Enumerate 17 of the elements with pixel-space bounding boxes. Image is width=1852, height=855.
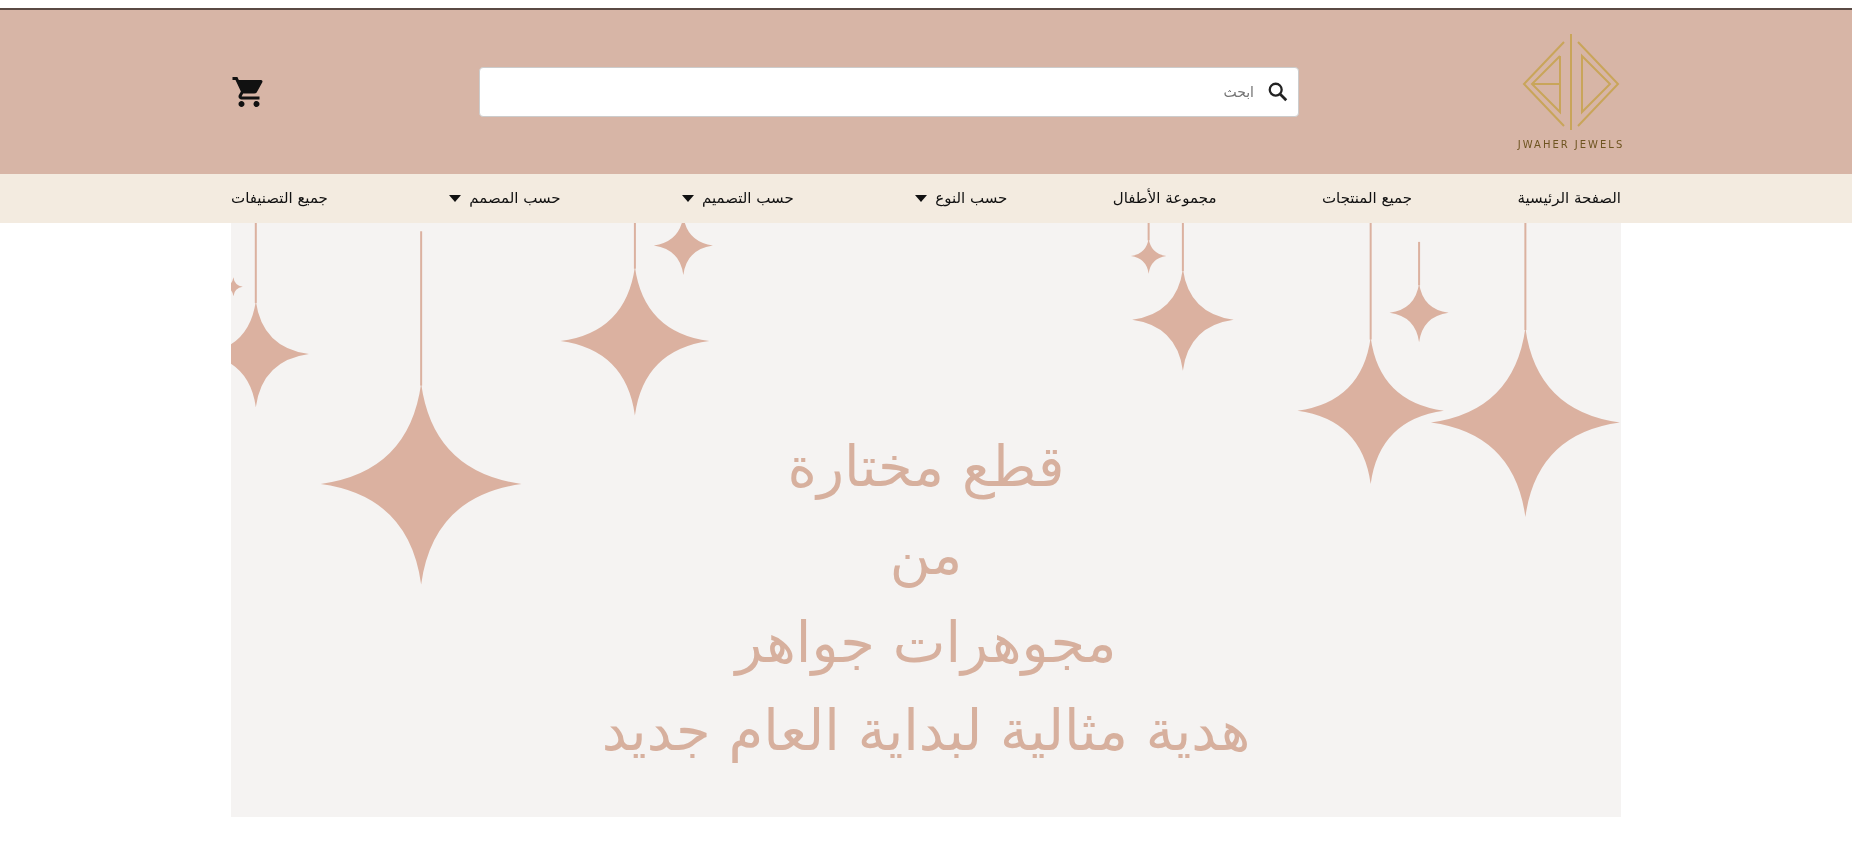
banner-heading: قطع مختارة — [787, 434, 1065, 499]
nav-link[interactable]: جميع المنتجات — [1321, 187, 1412, 210]
logo-text: JWAHER JEWELS — [1517, 138, 1625, 152]
nav-dropdown[interactable]: حسب المصمم — [433, 187, 561, 210]
banner-heading: من — [889, 522, 963, 587]
caret-icon — [449, 195, 462, 202]
nav-link[interactable]: جميع التصنيفات — [231, 187, 328, 210]
nav-link[interactable]: الصفحة الرئيسية — [1517, 187, 1621, 210]
search-field[interactable]: ابحث — [479, 67, 1299, 117]
search-icon — [1267, 81, 1289, 103]
nav-dropdown[interactable]: حسب النوع — [899, 187, 1008, 210]
banner-heading: هدية مثالية لبداية العام جديد — [601, 698, 1251, 763]
banner-heading: مجوهرات جواهر — [735, 610, 1117, 675]
caret-icon — [682, 195, 695, 202]
caret-icon — [915, 195, 928, 202]
nav-dropdown[interactable]: حسب التصميم — [666, 187, 794, 210]
nav-link[interactable]: مجموعة الأطفال — [1112, 187, 1217, 210]
